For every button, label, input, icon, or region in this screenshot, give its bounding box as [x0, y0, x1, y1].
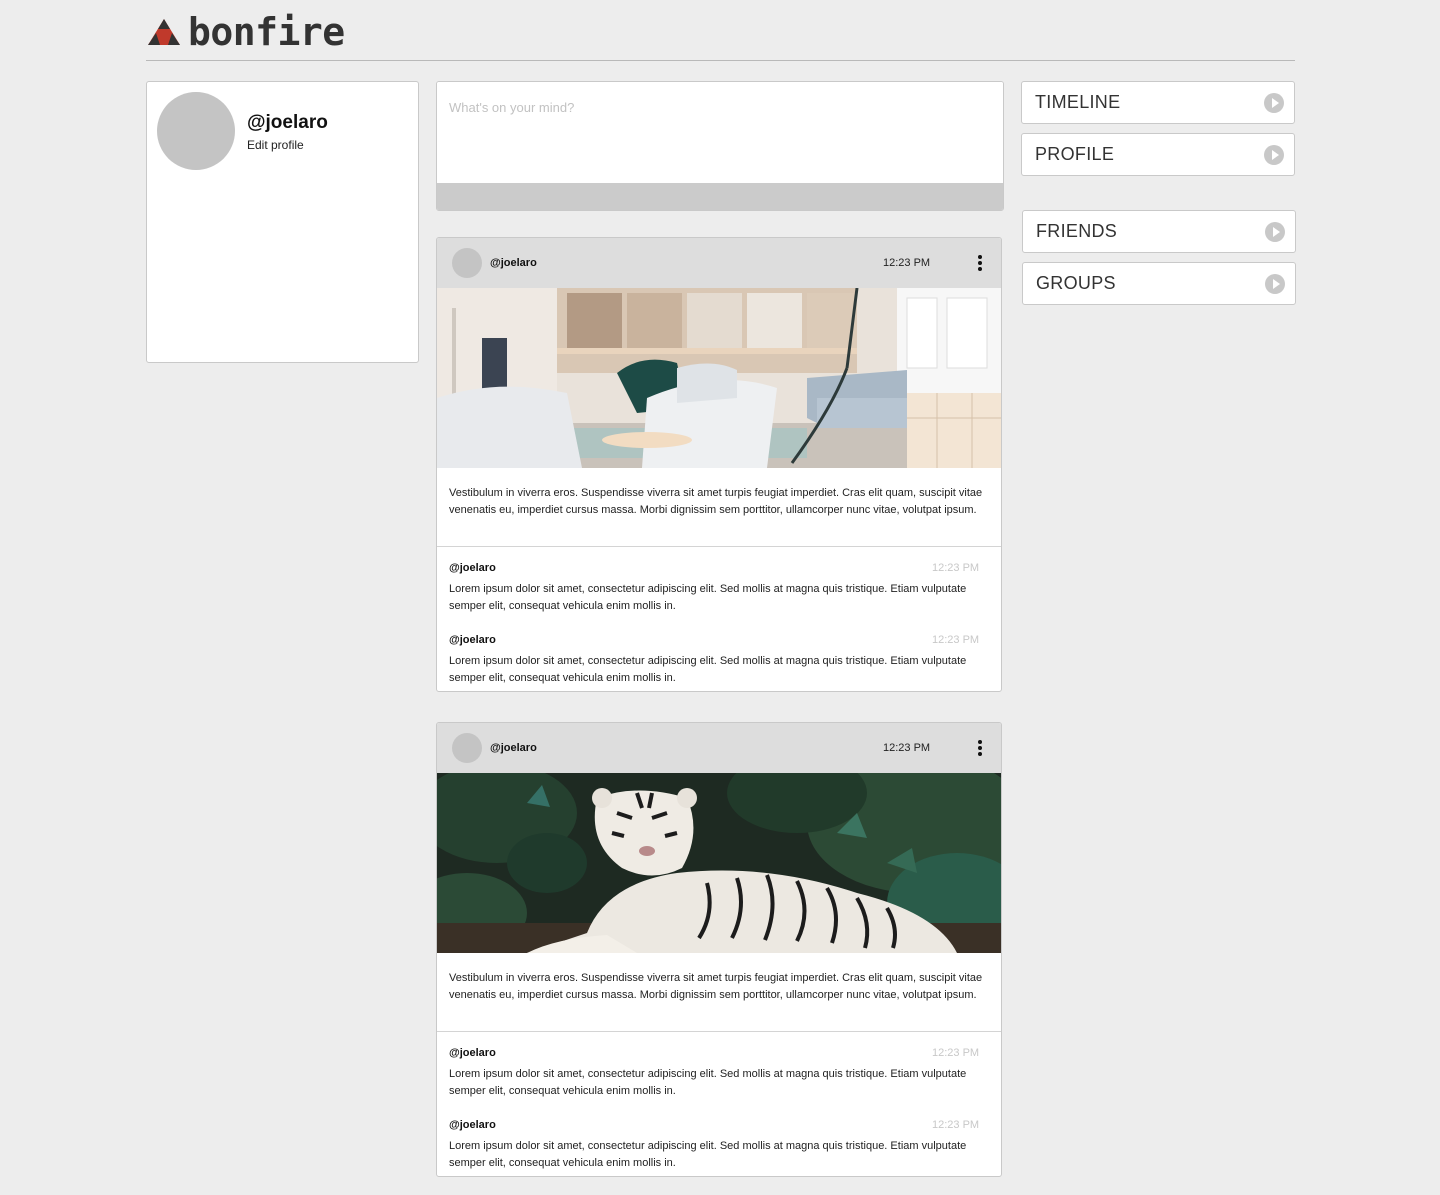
app-logo[interactable]: bonfire	[146, 12, 345, 52]
comment-timestamp: 12:23 PM	[932, 634, 980, 646]
comment-author[interactable]: @joelaro	[449, 1119, 496, 1131]
more-options-icon[interactable]	[973, 253, 987, 273]
post-composer	[436, 81, 1004, 211]
comment-text: Lorem ipsum dolor sit amet, consectetur …	[449, 655, 967, 684]
play-circle-icon	[1265, 222, 1285, 242]
top-header: bonfire	[146, 0, 1295, 61]
more-options-icon[interactable]	[973, 738, 987, 758]
comment-timestamp: 12:23 PM	[932, 562, 980, 574]
status-input[interactable]	[437, 82, 1003, 185]
nav-groups-button[interactable]: GROUPS	[1022, 262, 1296, 305]
avatar[interactable]	[452, 733, 482, 763]
post-timestamp: 12:23 PM	[883, 257, 931, 269]
post-author[interactable]: @joelaro	[490, 257, 537, 269]
post-timestamp: 12:23 PM	[883, 742, 931, 754]
play-circle-icon	[1264, 93, 1284, 113]
comment-text: Lorem ipsum dolor sit amet, consectetur …	[449, 1140, 967, 1169]
edit-profile-link[interactable]: Edit profile	[247, 138, 304, 152]
avatar[interactable]	[452, 248, 482, 278]
post-text: Vestibulum in viverra eros. Suspendisse …	[437, 953, 1001, 1032]
play-circle-icon	[1264, 145, 1284, 165]
comment-timestamp: 12:23 PM	[932, 1047, 980, 1059]
nav-profile-button[interactable]: PROFILE	[1021, 133, 1295, 176]
bonfire-logo-icon	[148, 19, 180, 45]
post-author[interactable]: @joelaro	[490, 742, 537, 754]
post-header: @joelaro 12:23 PM	[437, 238, 1001, 288]
post-header: @joelaro 12:23 PM	[437, 723, 1001, 773]
profile-card: @joelaro Edit profile	[146, 81, 419, 363]
comment: @joelaro 12:23 PM Lorem ipsum dolor sit …	[437, 1032, 1001, 1104]
comment-author[interactable]: @joelaro	[449, 634, 496, 646]
white-tiger-photo	[437, 773, 1001, 953]
post-text: Vestibulum in viverra eros. Suspendisse …	[437, 468, 1001, 547]
nav-label: GROUPS	[1036, 273, 1116, 293]
comment-timestamp: 12:23 PM	[932, 1119, 980, 1131]
comment: @joelaro 12:23 PM Lorem ipsum dolor sit …	[437, 547, 1001, 619]
composer-action-bar[interactable]	[437, 183, 1003, 210]
office-lounge-photo	[437, 288, 1001, 468]
comment-author[interactable]: @joelaro	[449, 1047, 496, 1059]
post-card: @joelaro 12:23 PM Vestibulum in viverra …	[436, 722, 1002, 1177]
avatar[interactable]	[157, 92, 235, 170]
comment-text: Lorem ipsum dolor sit amet, consectetur …	[449, 1068, 967, 1097]
nav-friends-button[interactable]: FRIENDS	[1022, 210, 1296, 253]
comment: @joelaro 12:23 PM Lorem ipsum dolor sit …	[437, 1104, 1001, 1176]
app-name: bonfire	[188, 10, 345, 54]
nav-label: TIMELINE	[1035, 92, 1121, 112]
comment: @joelaro 12:23 PM Lorem ipsum dolor sit …	[437, 619, 1001, 691]
comment-author[interactable]: @joelaro	[449, 562, 496, 574]
nav-timeline-button[interactable]: TIMELINE	[1021, 81, 1295, 124]
nav-label: FRIENDS	[1036, 221, 1118, 241]
nav-label: PROFILE	[1035, 144, 1115, 164]
play-circle-icon	[1265, 274, 1285, 294]
post-card: @joelaro 12:23 PM Vestibulum in viverra …	[436, 237, 1002, 692]
comment-text: Lorem ipsum dolor sit amet, consectetur …	[449, 583, 967, 612]
profile-handle[interactable]: @joelaro	[247, 112, 328, 134]
